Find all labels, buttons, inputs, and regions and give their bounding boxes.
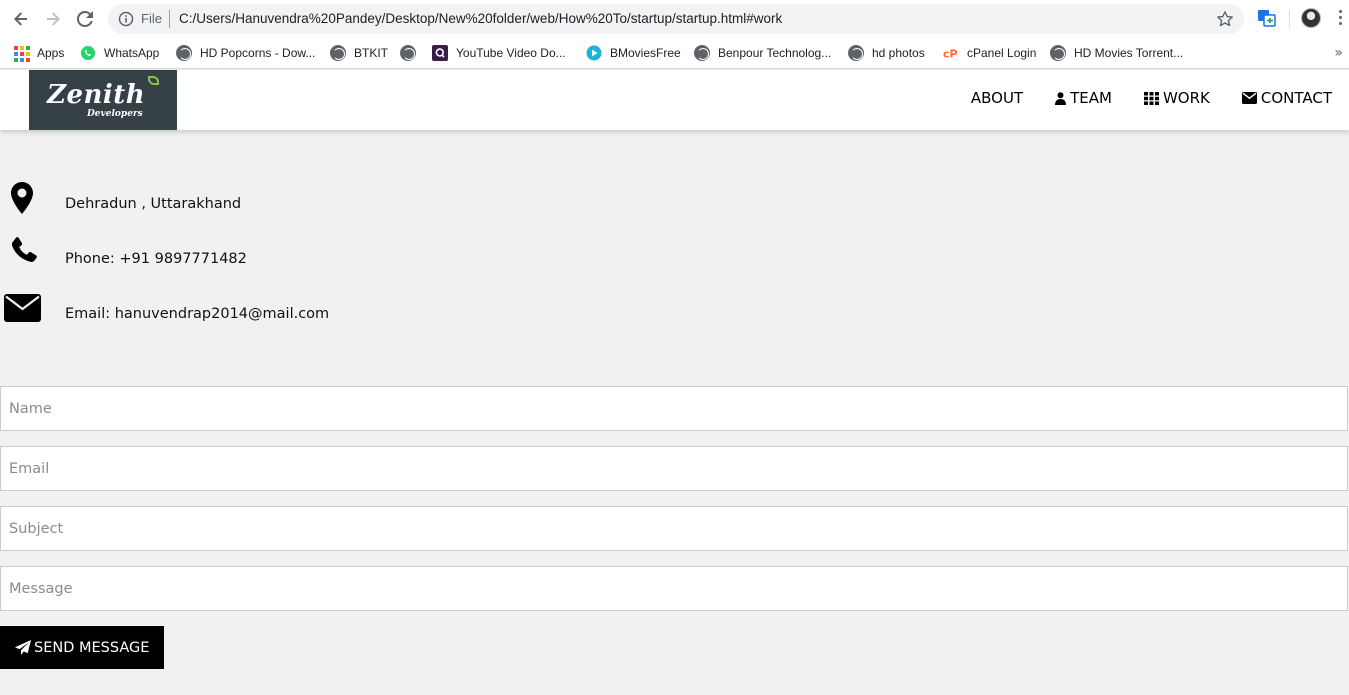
- grid-icon: [1143, 91, 1159, 105]
- nav-work-label: WORK: [1162, 89, 1210, 107]
- globe-icon: [694, 45, 710, 61]
- browser-toolbar: File C:/Users/Hanuvendra%20Pandey/Deskto…: [0, 0, 1349, 37]
- email-input[interactable]: [1, 447, 1347, 490]
- bookmark-whatsapp[interactable]: WhatsApp: [80, 43, 159, 63]
- name-field[interactable]: [0, 386, 1348, 431]
- url-scheme-label: File: [141, 11, 162, 26]
- globe-icon: [400, 45, 416, 61]
- globe-icon: [848, 45, 864, 61]
- bookmark-label: HD Movies Torrent...: [1074, 46, 1184, 60]
- logo-subtitle: Developers: [87, 109, 143, 119]
- bookmark-untitled[interactable]: [400, 43, 424, 63]
- svg-text:cP: cP: [943, 48, 958, 61]
- bookmark-btkit[interactable]: BTKIT: [330, 43, 388, 63]
- phone-row: Phone: +91 9897771482: [0, 236, 500, 270]
- more-bookmarks-chevron-icon[interactable]: »: [1334, 45, 1343, 61]
- subject-input[interactable]: [1, 507, 1347, 550]
- bookmark-star-icon[interactable]: [1216, 10, 1234, 28]
- back-button[interactable]: [10, 8, 32, 30]
- bookmark-label: Benpour Technolog...: [718, 46, 832, 60]
- forward-arrow-icon: [47, 12, 60, 26]
- phone-icon: [11, 237, 37, 263]
- location-row: Dehradun , Uttarakhand: [0, 180, 500, 214]
- location-text: Dehradun , Uttarakhand: [65, 196, 242, 212]
- address-bar[interactable]: File C:/Users/Hanuvendra%20Pandey/Deskto…: [108, 4, 1244, 34]
- web-page: Zenith Developers ABOUT TEAM WORK CONTAC…: [0, 70, 1349, 695]
- toolbar-divider: [1289, 10, 1290, 28]
- globe-icon: [1050, 45, 1066, 61]
- nav-about[interactable]: ABOUT: [971, 89, 1023, 107]
- bookmarks-bar: Apps WhatsApp HD Popcorns - Dow... BTKIT…: [0, 37, 1349, 69]
- message-input[interactable]: [1, 567, 1347, 610]
- subject-field[interactable]: [0, 506, 1348, 551]
- info-icon[interactable]: [118, 11, 134, 27]
- bookmark-label: hd photos: [872, 46, 925, 60]
- bookmark-bmoviesfree[interactable]: BMoviesFree: [586, 43, 681, 63]
- play-icon: [586, 45, 602, 61]
- bookmark-label: YouTube Video Do...: [456, 46, 566, 60]
- browser-menu-icon[interactable]: [1338, 10, 1342, 28]
- reload-button[interactable]: [74, 8, 96, 30]
- envelope-icon: [1241, 92, 1257, 104]
- phone-text: Phone: +91 9897771482: [65, 251, 247, 267]
- forward-button[interactable]: [42, 8, 64, 30]
- bookmark-label: HD Popcorns - Dow...: [200, 46, 316, 60]
- omnibox-divider: [169, 10, 170, 28]
- bookmark-hd-photos[interactable]: hd photos: [848, 43, 925, 63]
- nav-about-label: ABOUT: [970, 89, 1024, 107]
- translate-extension-icon[interactable]: [1257, 9, 1277, 27]
- name-input[interactable]: [1, 387, 1347, 430]
- reload-icon: [77, 11, 93, 27]
- bookmark-label: BMoviesFree: [610, 46, 681, 60]
- whatsapp-icon: [81, 46, 95, 60]
- send-message-button[interactable]: SEND MESSAGE: [0, 626, 164, 669]
- q-icon: [432, 45, 448, 61]
- email-text: Email: hanuvendrap2014@mail.com: [65, 306, 330, 322]
- bookmark-label: BTKIT: [354, 46, 389, 60]
- bookmark-hd-popcorns[interactable]: HD Popcorns - Dow...: [176, 43, 315, 63]
- bookmark-cpanel-login[interactable]: cP cPanel Login: [943, 43, 1036, 63]
- bookmark-label: Apps: [37, 46, 65, 60]
- bookmark-youtube-video-downloader[interactable]: YouTube Video Do...: [432, 43, 566, 63]
- nav-contact-label: CONTACT: [1260, 89, 1332, 107]
- back-arrow-icon: [14, 12, 27, 26]
- bookmark-label: cPanel Login: [967, 46, 1037, 60]
- logo-leaf-icon: [148, 76, 159, 85]
- profile-avatar[interactable]: [1301, 8, 1321, 28]
- logo-title: Zenith: [47, 80, 146, 110]
- url-text[interactable]: C:/Users/Hanuvendra%20Pandey/Desktop/New…: [179, 11, 782, 26]
- paper-plane-icon: [15, 640, 31, 655]
- send-message-label: SEND MESSAGE: [34, 639, 150, 656]
- nav-work[interactable]: WORK: [1143, 89, 1210, 107]
- user-icon: [1055, 91, 1067, 105]
- map-marker-icon: [11, 182, 33, 214]
- nav-contact[interactable]: CONTACT: [1241, 89, 1332, 107]
- nav-team[interactable]: TEAM: [1055, 89, 1112, 107]
- site-navbar: Zenith Developers ABOUT TEAM WORK CONTAC…: [0, 70, 1349, 130]
- bookmark-benpour[interactable]: Benpour Technolog...: [694, 43, 831, 63]
- bookmark-hd-movies-torrent[interactable]: HD Movies Torrent...: [1050, 43, 1183, 63]
- site-logo[interactable]: Zenith Developers: [29, 70, 177, 130]
- globe-icon: [176, 45, 192, 61]
- cpanel-icon: cP: [943, 48, 958, 61]
- globe-icon: [330, 45, 346, 61]
- email-field[interactable]: [0, 446, 1348, 491]
- bookmark-label: WhatsApp: [104, 46, 160, 60]
- message-field[interactable]: [0, 566, 1348, 611]
- envelope-icon: [4, 294, 41, 322]
- email-row: Email: hanuvendrap2014@mail.com: [0, 292, 500, 326]
- bookmark-apps[interactable]: Apps: [13, 43, 64, 63]
- nav-team-label: TEAM: [1070, 89, 1112, 107]
- site-menu: ABOUT TEAM WORK CONTACT: [939, 89, 1332, 107]
- apps-grid-icon: [13, 45, 30, 62]
